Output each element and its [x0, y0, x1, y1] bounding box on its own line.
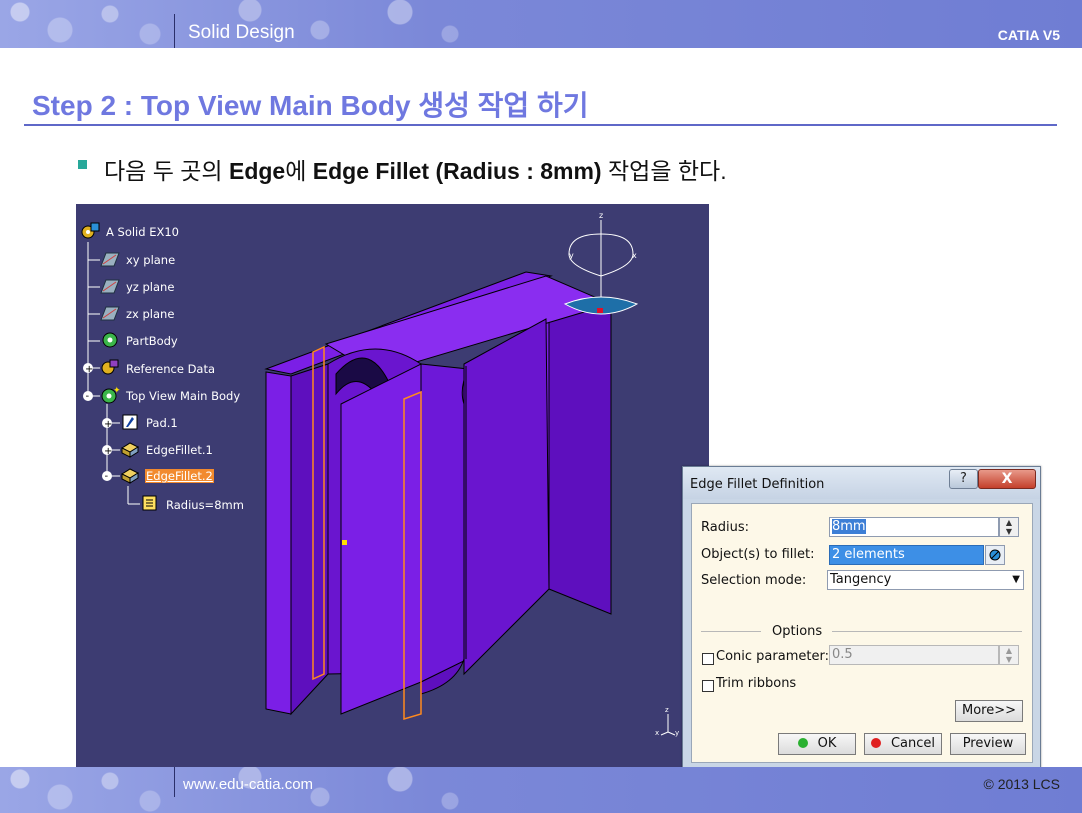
parameter-icon[interactable]: [140, 494, 160, 512]
part-gear-icon[interactable]: [80, 222, 100, 240]
plane-icon[interactable]: [100, 304, 120, 322]
instruction-bold-fillet: Edge Fillet (Radius : 8mm): [312, 158, 602, 184]
bullet-marker: [78, 160, 87, 169]
axis-x-label: x: [655, 729, 659, 737]
ok-label: OK: [817, 736, 837, 751]
tree-item-radius-parameter[interactable]: Radius=8mm: [166, 498, 244, 512]
ok-button[interactable]: OK: [778, 733, 856, 755]
close-button[interactable]: X: [978, 469, 1036, 489]
tree-item-top-view-main-body[interactable]: Top View Main Body: [126, 389, 240, 403]
tree-item-xy-plane[interactable]: xy plane: [126, 253, 175, 267]
header-separator: [174, 14, 175, 48]
title-underline: [24, 124, 1057, 126]
cancel-button[interactable]: Cancel: [864, 733, 942, 755]
catia-3d-viewport[interactable]: z y x z x y + - + + - A Solid EX10 xy pl…: [76, 204, 709, 767]
compass-y-label: y: [569, 251, 574, 260]
tree-item-partbody[interactable]: PartBody: [126, 334, 178, 348]
right-inner-face: [463, 318, 550, 676]
left-slab-side: [290, 363, 329, 716]
conic-field[interactable]: 0.5: [829, 645, 999, 665]
left-slab-face: [265, 371, 292, 715]
header-title: Solid Design: [188, 22, 295, 43]
dialog-title: Edge Fillet Definition: [690, 477, 825, 492]
product-label: CATIA V5: [997, 27, 1060, 43]
options-divider-left: [701, 631, 761, 632]
tree-item-root[interactable]: A Solid EX10: [106, 225, 179, 239]
header-band: [0, 0, 1082, 48]
conic-spinner[interactable]: ▲ ▼: [999, 645, 1019, 665]
footer-separator: [174, 767, 175, 797]
front-block-face: [340, 363, 422, 715]
svg-text:+: +: [104, 419, 112, 430]
more-button[interactable]: More>>: [955, 700, 1023, 722]
tree-item-edgefillet-1[interactable]: EdgeFillet.1: [146, 443, 213, 457]
edge-fillet-icon[interactable]: [120, 440, 140, 458]
objects-label: Object(s) to fillet:: [701, 547, 815, 562]
back-slab-side: [548, 278, 612, 615]
chevron-down-icon[interactable]: ▼: [1012, 571, 1020, 589]
plane-icon[interactable]: [100, 277, 120, 295]
element-list-icon[interactable]: [985, 545, 1005, 565]
radius-label: Radius:: [701, 520, 749, 535]
front-block-side: [420, 363, 469, 683]
footer-copyright: © 2013 LCS: [983, 776, 1060, 792]
selection-mode-value: Tangency: [830, 572, 892, 587]
edge-fillet-icon[interactable]: [120, 466, 140, 484]
instruction-part: 작업을 한다.: [601, 158, 727, 184]
preview-button[interactable]: Preview: [950, 733, 1026, 755]
compass-x-label: x: [632, 251, 637, 260]
svg-text:✦: ✦: [113, 386, 120, 396]
options-label: Options: [772, 624, 823, 639]
pad-icon[interactable]: [120, 413, 140, 431]
svg-text:+: +: [85, 364, 93, 375]
body-gear-icon[interactable]: [100, 331, 120, 349]
tree-item-zx-plane[interactable]: zx plane: [126, 307, 174, 321]
tree-item-pad[interactable]: Pad.1: [146, 416, 178, 430]
axis-y-label: y: [675, 729, 679, 737]
plane-icon[interactable]: [100, 250, 120, 268]
body-gear-icon[interactable]: ✦: [100, 386, 120, 404]
svg-text:-: -: [86, 391, 90, 402]
footer-band: [0, 767, 1082, 813]
tree-item-yz-plane[interactable]: yz plane: [126, 280, 174, 294]
tree-expanders[interactable]: + - + + -: [83, 363, 112, 482]
trim-ribbons-label: Trim ribbons: [716, 676, 797, 691]
instruction-text: 다음 두 곳의 Edge에 Edge Fillet (Radius : 8mm)…: [104, 152, 727, 186]
tree-item-edgefillet-2-selected[interactable]: EdgeFillet.2: [145, 469, 214, 483]
reference-set-icon[interactable]: [100, 358, 120, 376]
conic-label: Conic parameter:: [716, 649, 829, 664]
selection-mode-select[interactable]: Tangency ▼: [827, 570, 1024, 590]
footer-url[interactable]: www.edu-catia.com: [183, 776, 313, 793]
selection-mode-label: Selection mode:: [701, 573, 807, 588]
dialog-body: Radius: 8mm ▲ ▼ Object(s) to fillet: 2 el…: [691, 503, 1033, 763]
step-title: Step 2 : Top View Main Body 생성 작업 하기: [32, 90, 589, 121]
instruction-part: 다음 두 곳의: [104, 158, 229, 184]
selection-point: [342, 540, 347, 545]
axis-triad: z x y: [655, 706, 679, 737]
edge-fillet-dialog[interactable]: Edge Fillet Definition ? X Radius: 8mm ▲…: [682, 466, 1041, 770]
radius-field[interactable]: 8mm: [829, 517, 999, 537]
axis-z-label: z: [665, 706, 669, 714]
radius-spinner[interactable]: ▲ ▼: [999, 517, 1019, 537]
cancel-label: Cancel: [890, 736, 936, 751]
cancel-icon: [870, 737, 881, 748]
options-divider-right: [832, 631, 1022, 632]
compass-z-label: z: [599, 211, 603, 220]
conic-checkbox[interactable]: [702, 653, 714, 665]
objects-field[interactable]: 2 elements: [829, 545, 984, 565]
instruction-part: 에: [285, 158, 313, 184]
instruction-bold-edge: Edge: [228, 158, 286, 184]
tree-item-reference-data[interactable]: Reference Data: [126, 362, 215, 376]
radius-value: 8mm: [832, 519, 866, 534]
trim-ribbons-checkbox[interactable]: [702, 680, 714, 692]
svg-text:-: -: [105, 471, 109, 482]
help-button[interactable]: ?: [949, 469, 978, 489]
ok-icon: [797, 737, 808, 748]
dialog-titlebar[interactable]: Edge Fillet Definition ? X: [683, 467, 1040, 499]
svg-text:+: +: [104, 446, 112, 457]
